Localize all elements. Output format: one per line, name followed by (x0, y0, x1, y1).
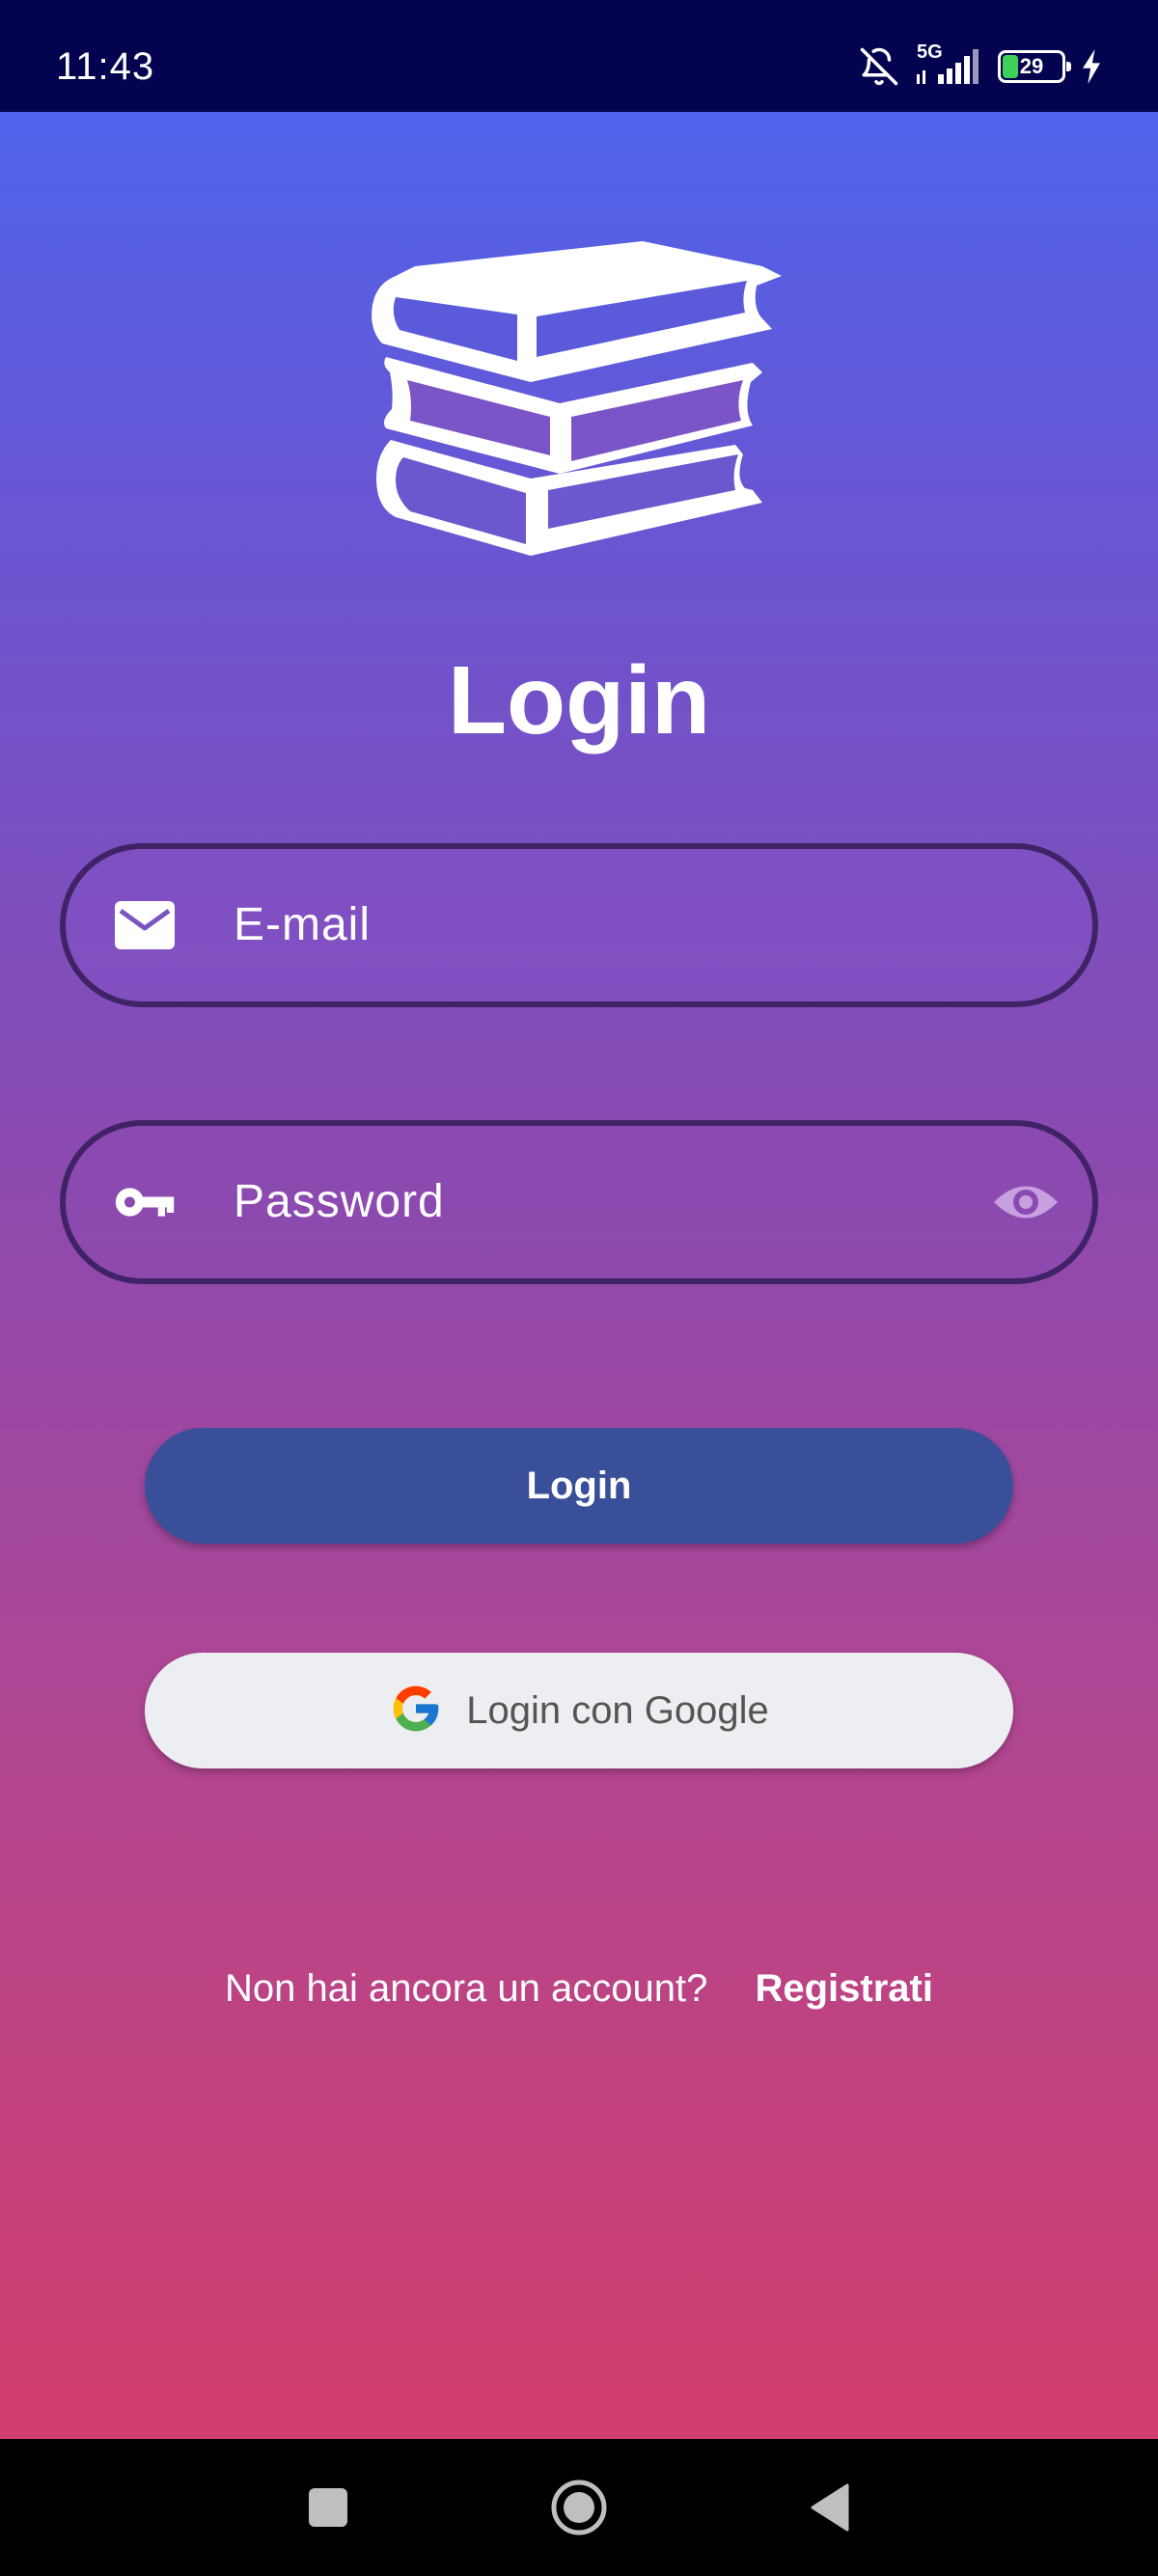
google-login-button[interactable]: Login con Google (145, 1653, 1013, 1768)
google-button-label: Login con Google (466, 1689, 769, 1732)
bell-off-icon (859, 45, 899, 88)
battery-icon: 29 (998, 50, 1071, 83)
password-field[interactable]: Password (60, 1120, 1098, 1284)
signal-5g-icon: 5G (915, 41, 982, 88)
signup-row: Non hai ancora un account? Registrati (0, 1959, 1158, 2017)
mail-icon (114, 894, 176, 956)
page-title: Login (447, 646, 711, 754)
password-placeholder: Password (234, 1176, 445, 1227)
books-stack-icon (357, 237, 801, 585)
charging-icon (1081, 49, 1102, 84)
signup-question: Non hai ancora un account? (225, 1967, 708, 2010)
email-placeholder: E-mail (234, 899, 372, 950)
navigation-bar (0, 2439, 1158, 2576)
email-field[interactable]: E-mail (60, 843, 1098, 1007)
home-icon[interactable] (550, 2479, 608, 2536)
login-screen: Login E-mail Password Login Login con Go… (0, 112, 1158, 2439)
battery-level: 29 (1019, 54, 1044, 78)
eye-icon[interactable] (992, 1178, 1060, 1226)
register-link[interactable]: Registrati (755, 1967, 933, 2010)
status-bar: 11:43 5G 29 (0, 0, 1158, 112)
login-button[interactable]: Login (145, 1428, 1013, 1544)
google-icon (389, 1682, 443, 1740)
back-icon[interactable] (801, 2479, 859, 2536)
key-icon (114, 1171, 176, 1233)
status-icons: 5G 29 (859, 41, 1102, 91)
status-time: 11:43 (56, 45, 155, 88)
recent-apps-icon[interactable] (299, 2479, 357, 2536)
